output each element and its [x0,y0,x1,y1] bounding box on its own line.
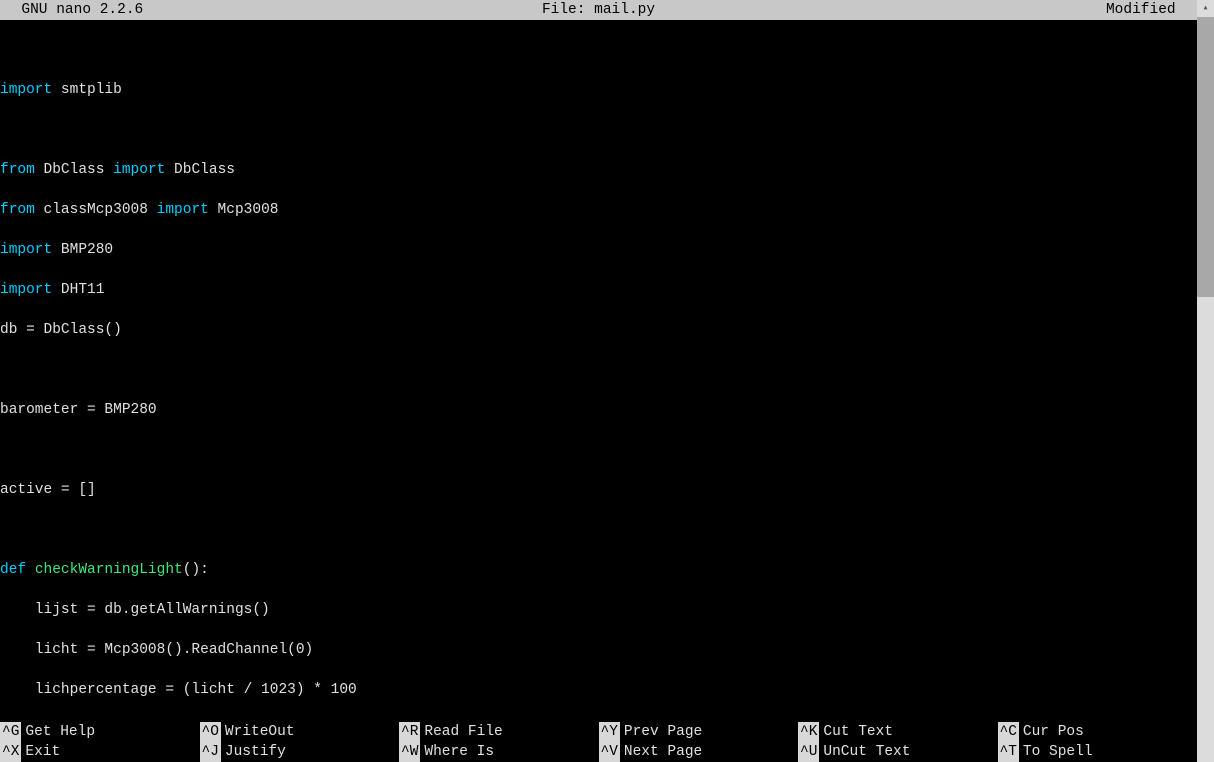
editor-content[interactable]: import smtplib from DbClass import DbCla… [0,20,1197,720]
shortcut-uncut-text[interactable]: ^UUnCut Text [798,742,998,762]
editor-titlebar: GNU nano 2.2.6 File: mail.py Modified [0,0,1197,20]
shortcut-bar: ^GGet Help ^OWriteOut ^RRead File ^YPrev… [0,722,1197,762]
vertical-scrollbar[interactable]: ▴ [1197,0,1214,762]
terminal[interactable]: GNU nano 2.2.6 File: mail.py Modified im… [0,0,1197,762]
shortcut-prev-page[interactable]: ^YPrev Page [599,722,799,742]
scroll-up-arrow-icon[interactable]: ▴ [1197,0,1214,17]
shortcut-to-spell[interactable]: ^TTo Spell [998,742,1198,762]
shortcut-writeout[interactable]: ^OWriteOut [200,722,400,742]
editor-name-version: GNU nano 2.2.6 [4,0,143,20]
scroll-thumb[interactable] [1197,17,1214,297]
shortcut-cur-pos[interactable]: ^CCur Pos [998,722,1198,742]
shortcut-read-file[interactable]: ^RRead File [399,722,599,742]
shortcut-justify[interactable]: ^JJustify [200,742,400,762]
shortcut-get-help[interactable]: ^GGet Help [0,722,200,742]
file-name: File: mail.py [542,0,655,20]
shortcut-where-is[interactable]: ^WWhere Is [399,742,599,762]
shortcut-exit[interactable]: ^XExit [0,742,200,762]
modified-status: Modified [1106,0,1193,20]
kw-import: import [0,82,52,98]
function-name: checkWarningLight [35,562,183,578]
shortcut-next-page[interactable]: ^VNext Page [599,742,799,762]
shortcut-cut-text[interactable]: ^KCut Text [798,722,998,742]
